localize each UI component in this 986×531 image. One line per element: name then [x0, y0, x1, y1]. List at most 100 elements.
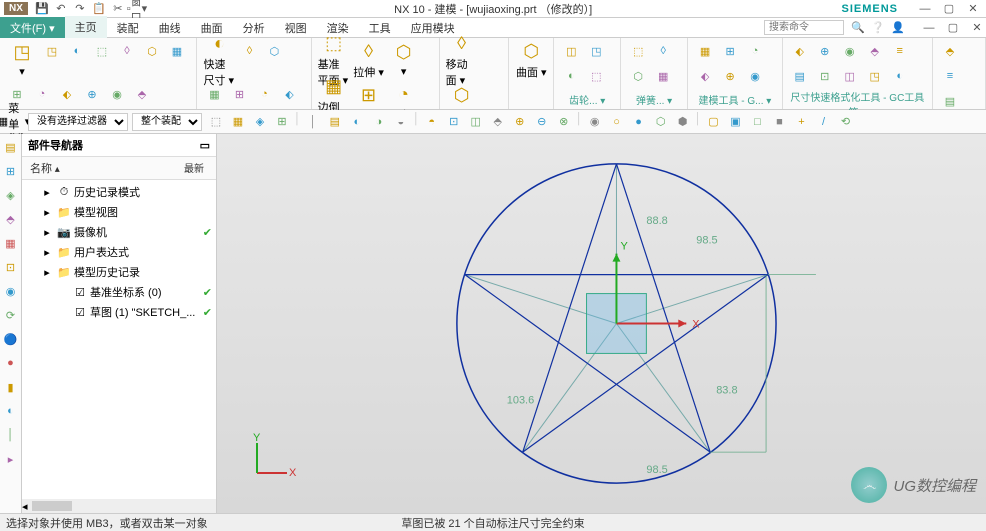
filter-btn-4[interactable]: │	[303, 113, 323, 131]
resource-li-icon[interactable]: │	[2, 426, 20, 444]
filter-btn-26[interactable]: /	[814, 113, 834, 131]
col-name[interactable]: 名称 ▴	[22, 157, 176, 179]
col-latest[interactable]: 最新	[176, 157, 216, 179]
doc-close-button[interactable]: ✕	[968, 21, 986, 35]
tree-expand-icon[interactable]: ▸	[40, 246, 54, 259]
ribbon-tool-0-8[interactable]: ⬖	[56, 83, 78, 105]
filter-btn-16[interactable]: ◉	[585, 113, 605, 131]
ribbon-tool-5-2[interactable]: ◐	[560, 65, 582, 87]
ribbon-tool-8-7[interactable]: ◫	[839, 65, 861, 87]
filter-btn-1[interactable]: ▦	[228, 113, 248, 131]
filter-btn-2[interactable]: ◈	[250, 113, 270, 131]
ribbon-tool-0-1[interactable]: ◐	[66, 40, 88, 62]
resource-me-icon[interactable]: ◐	[2, 402, 20, 420]
restore-button[interactable]: ▢	[940, 2, 958, 16]
filter-btn-27[interactable]: ⟲	[836, 113, 856, 131]
help-icon[interactable]: ❔	[870, 20, 886, 36]
filter-btn-7[interactable]: ◑	[369, 113, 389, 131]
filter-btn-12[interactable]: ⬘	[488, 113, 508, 131]
tree-item-0[interactable]: ▸⏱历史记录模式	[22, 182, 216, 202]
ribbon-tool-8-8[interactable]: ◳	[864, 65, 886, 87]
ribbon-tool-0-5[interactable]: ▦	[166, 40, 188, 62]
ribbon-big-datum[interactable]: ⬚基准平面 ▾	[318, 40, 350, 80]
minimize-button[interactable]: —	[916, 2, 934, 16]
ribbon-group-label[interactable]: 齿轮... ▾	[560, 90, 614, 107]
resource-reuse-icon[interactable]: ◉	[2, 282, 20, 300]
ribbon-tool-7-0[interactable]: ▦	[694, 40, 716, 62]
ribbon-tool-8-6[interactable]: ⊡	[814, 65, 836, 87]
tree-item-3[interactable]: ▸📁用户表达式	[22, 242, 216, 262]
filter-select-2[interactable]: 整个装配	[132, 113, 202, 131]
cut-icon[interactable]: ✂	[110, 1, 126, 17]
tab-view[interactable]: 视图	[275, 17, 317, 39]
ribbon-tool-6-2[interactable]: ⬡	[627, 65, 649, 87]
filter-btn-17[interactable]: ○	[607, 113, 627, 131]
pin-icon[interactable]: ▭	[200, 139, 210, 152]
undo-icon[interactable]: ↶	[53, 1, 69, 17]
tree-expand-icon[interactable]: ▸	[40, 206, 54, 219]
ribbon-tool-7-3[interactable]: ⬖	[694, 65, 716, 87]
resource-con-icon[interactable]: ◈	[2, 186, 20, 204]
tab-home[interactable]: 主页	[65, 16, 107, 40]
ribbon-tool-1-4[interactable]: ◔	[253, 83, 275, 105]
filter-btn-15[interactable]: ⊗	[554, 113, 574, 131]
resource-hist-icon[interactable]: ⟳	[2, 306, 20, 324]
filter-select-1[interactable]: 没有选择过滤器	[28, 113, 128, 131]
ribbon-tool-1-3[interactable]: ⊞	[228, 83, 250, 105]
tree-item-2[interactable]: ▸📷摄像机✔	[22, 222, 216, 242]
tab-tools[interactable]: 工具	[359, 17, 401, 39]
tree-item-5[interactable]: ☑基准坐标系 (0)✔	[22, 282, 216, 302]
ribbon-tool-8-3[interactable]: ⬘	[864, 40, 886, 62]
tab-curve[interactable]: 曲线	[149, 17, 191, 39]
filter-btn-8[interactable]: ◒	[391, 113, 411, 131]
tab-surface[interactable]: 曲面	[191, 17, 233, 39]
filter-btn-10[interactable]: ⊡	[444, 113, 464, 131]
window-dd[interactable]: ▫窗口▾	[129, 1, 145, 17]
tree-expand-icon[interactable]: ▸	[40, 226, 54, 239]
graphics-viewport[interactable]: X Y 98.5 103.6 83.8 88.8 98.5	[217, 134, 986, 513]
ribbon-tool-8-1[interactable]: ⊕	[814, 40, 836, 62]
ribbon-tool-0-4[interactable]: ⬡	[141, 40, 163, 62]
tree-expand-icon[interactable]: ▸	[40, 266, 54, 279]
resource-lay-icon[interactable]: ⬘	[2, 210, 20, 228]
ribbon-tool-0-0[interactable]: ◳	[41, 40, 63, 62]
filter-btn-21[interactable]: ▢	[704, 113, 724, 131]
ribbon-tool-1-2[interactable]: ▦	[203, 83, 225, 105]
resource-sim-icon[interactable]: ▦	[2, 234, 20, 252]
save-icon[interactable]: 💾	[34, 1, 50, 17]
close-button[interactable]: ✕	[964, 2, 982, 16]
filter-btn-0[interactable]: ⬚	[206, 113, 226, 131]
ribbon-tool-9-2[interactable]: ▤	[939, 90, 961, 112]
ribbon-tool-1-5[interactable]: ⬖	[278, 83, 300, 105]
tab-analysis[interactable]: 分析	[233, 17, 275, 39]
filter-btn-23[interactable]: □	[748, 113, 768, 131]
ribbon-tool-0-9[interactable]: ⊕	[81, 83, 103, 105]
filter-btn-14[interactable]: ⊖	[532, 113, 552, 131]
resource-web-icon[interactable]: 🔵	[2, 330, 20, 348]
filter-btn-20[interactable]: ⬢	[673, 113, 693, 131]
scroll-left-icon[interactable]: ◂	[22, 500, 28, 513]
ribbon-tool-8-5[interactable]: ▤	[789, 65, 811, 87]
ribbon-tool-0-10[interactable]: ◉	[106, 83, 128, 105]
ribbon-group-label[interactable]: 建模工具 - G... ▾	[694, 90, 776, 107]
ribbon-tool-6-3[interactable]: ▦	[652, 65, 674, 87]
tree-item-4[interactable]: ▸📁模型历史记录	[22, 262, 216, 282]
ribbon-tool-5-3[interactable]: ⬚	[585, 65, 607, 87]
redo-icon[interactable]: ↷	[72, 1, 88, 17]
ribbon-big-ext[interactable]: ◊拉伸 ▾	[353, 40, 385, 80]
ribbon-tool-7-4[interactable]: ⊕	[719, 65, 741, 87]
ribbon-tool-6-0[interactable]: ⬚	[627, 40, 649, 62]
filter-btn-18[interactable]: ●	[629, 113, 649, 131]
filter-btn-22[interactable]: ▣	[726, 113, 746, 131]
ribbon-tool-8-9[interactable]: ◐	[889, 65, 911, 87]
ribbon-tool-0-7[interactable]: ◔	[31, 83, 53, 105]
ribbon-group-label[interactable]	[203, 105, 304, 107]
copy-icon[interactable]: 📋	[91, 1, 107, 17]
ribbon-tool-1-0[interactable]: ◊	[238, 40, 260, 62]
tab-assembly[interactable]: 装配	[107, 17, 149, 39]
tree-item-1[interactable]: ▸📁模型视图	[22, 202, 216, 222]
ribbon-tool-7-5[interactable]: ◉	[744, 65, 766, 87]
command-search-input[interactable]	[764, 20, 844, 35]
ribbon-tool-0-3[interactable]: ◊	[116, 40, 138, 62]
ribbon-big-dim[interactable]: ◐快速尺寸 ▾	[203, 40, 235, 80]
